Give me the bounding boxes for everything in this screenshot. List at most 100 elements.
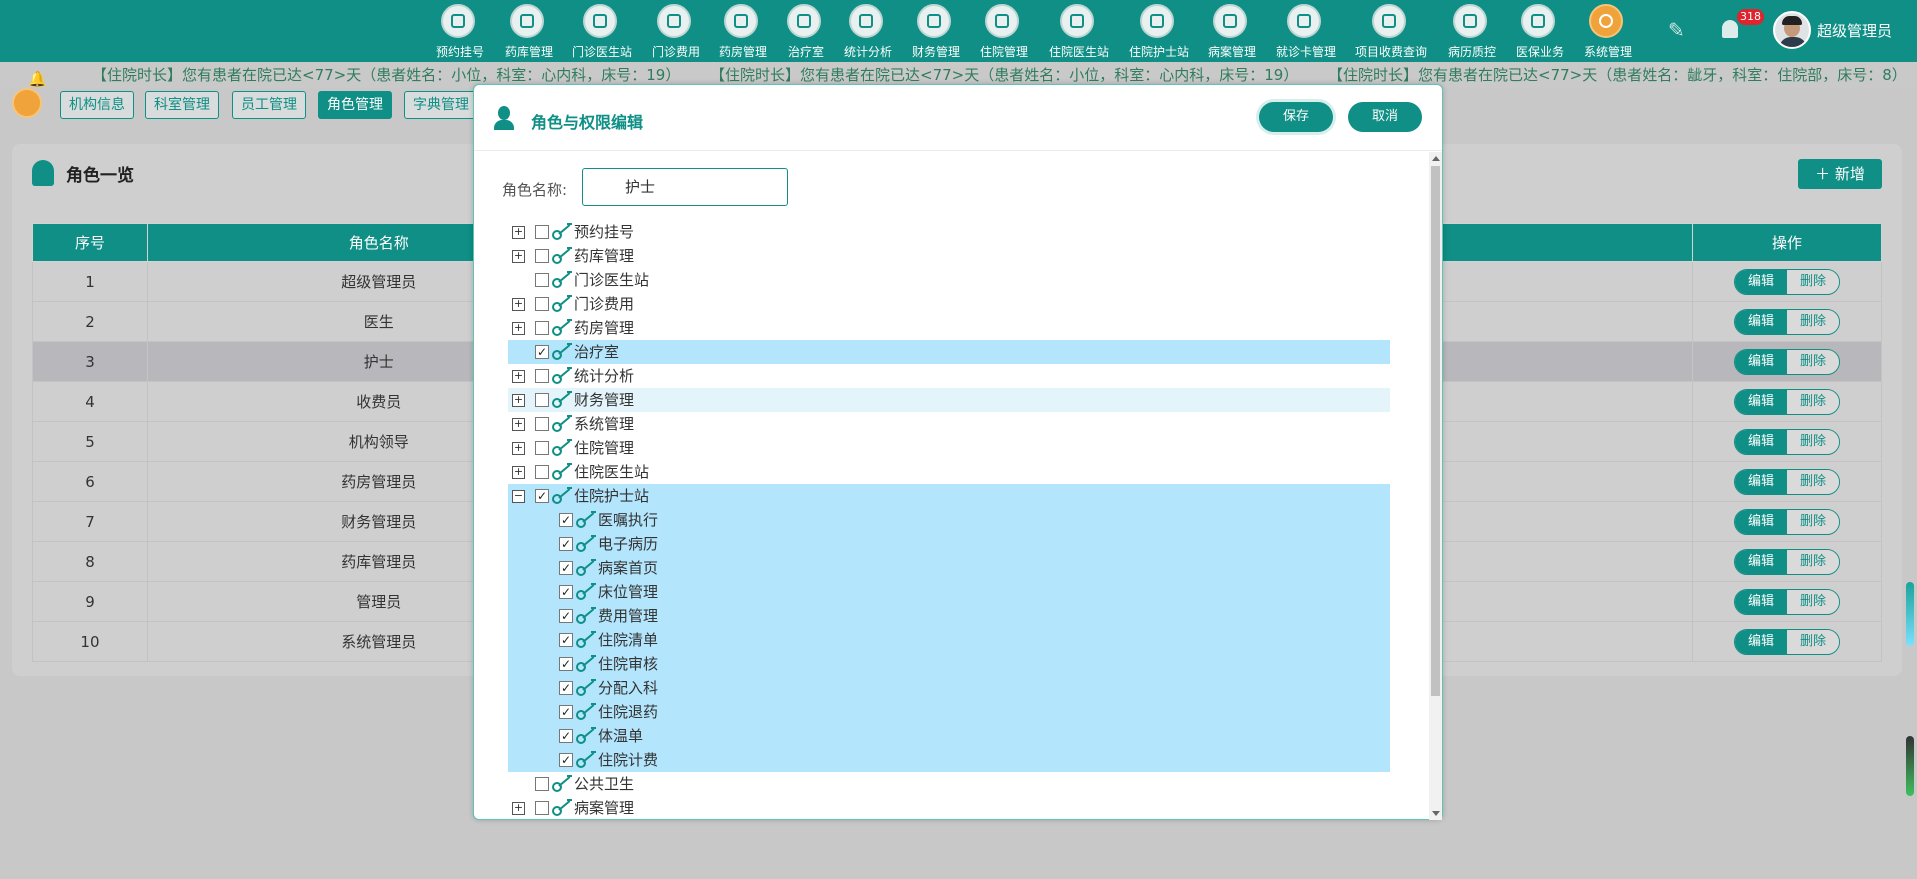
permission-checkbox[interactable]: ✓ [559,657,573,671]
tree-node[interactable]: ✓ 治疗室 [508,340,1390,364]
nav-item-4[interactable]: 药房管理 [719,0,767,62]
tree-node[interactable]: + 统计分析 [508,364,1390,388]
tree-node[interactable]: + 系统管理 [508,412,1390,436]
delete-button[interactable]: 删除 [1787,549,1840,574]
edit-button[interactable]: 编辑 [1735,469,1788,494]
expand-icon[interactable]: + [512,370,525,383]
tree-node[interactable]: + 住院管理 [508,436,1390,460]
scroll-thumb[interactable] [1431,166,1440,696]
edit-pencil-icon[interactable]: ✎ [1668,18,1692,42]
tree-node[interactable]: ✓ 医嘱执行 [508,508,1390,532]
role-name-input[interactable]: 护士 [582,168,788,206]
tree-node[interactable]: + 财务管理 [508,388,1390,412]
expand-icon[interactable]: + [512,418,525,431]
tree-node[interactable]: ✓ 住院退药 [508,700,1390,724]
permission-checkbox[interactable] [535,465,549,479]
cancel-button[interactable]: 取消 [1348,102,1422,132]
permission-checkbox[interactable]: ✓ [559,561,573,575]
collapse-icon[interactable]: − [512,490,525,503]
nav-item-9[interactable]: 住院医生站 [1049,0,1109,62]
edit-button[interactable]: 编辑 [1735,509,1788,534]
tab-org-info[interactable]: 机构信息 [60,91,134,119]
delete-button[interactable]: 删除 [1787,509,1840,534]
nav-item-14[interactable]: 病历质控 [1448,0,1496,62]
permission-checkbox[interactable]: ✓ [535,489,549,503]
permission-checkbox[interactable] [535,777,549,791]
delete-button[interactable]: 删除 [1787,629,1840,654]
edit-button[interactable]: 编辑 [1735,309,1788,334]
tree-node[interactable]: ✓ 住院清单 [508,628,1390,652]
nav-item-10[interactable]: 住院护士站 [1129,0,1189,62]
nav-item-6[interactable]: 统计分析 [844,0,892,62]
expand-icon[interactable]: + [512,466,525,479]
permission-checkbox[interactable]: ✓ [559,681,573,695]
tree-node[interactable]: 公共卫生 [508,772,1390,796]
permission-checkbox[interactable] [535,321,549,335]
permission-checkbox[interactable] [535,273,549,287]
permission-checkbox[interactable]: ✓ [559,729,573,743]
permission-checkbox[interactable]: ✓ [559,705,573,719]
nav-item-0[interactable]: 预约挂号 [436,0,484,62]
expand-icon[interactable]: + [512,298,525,311]
tree-node[interactable]: ✓ 住院计费 [508,748,1390,772]
permission-checkbox[interactable] [535,441,549,455]
tree-node[interactable]: ✓ 体温单 [508,724,1390,748]
add-role-button[interactable]: ＋ 新增 [1798,159,1882,189]
tree-node[interactable]: + 预约挂号 [508,220,1390,244]
nav-item-16[interactable]: 系统管理 [1584,0,1632,62]
delete-button[interactable]: 删除 [1787,309,1840,334]
expand-icon[interactable]: + [512,322,525,335]
tree-node[interactable]: ✓ 分配入科 [508,676,1390,700]
delete-button[interactable]: 删除 [1787,429,1840,454]
nav-item-2[interactable]: 门诊医生站 [572,0,632,62]
tree-node[interactable]: + 病案管理 [508,796,1390,820]
edit-button[interactable]: 编辑 [1735,349,1788,374]
nav-item-5[interactable]: 治疗室 [786,0,826,62]
tab-dept-mgmt[interactable]: 科室管理 [145,91,219,119]
tree-node[interactable]: ✓ 费用管理 [508,604,1390,628]
permission-checkbox[interactable] [535,369,549,383]
tree-node[interactable]: + 药库管理 [508,244,1390,268]
expand-icon[interactable]: + [512,394,525,407]
nav-item-12[interactable]: 就诊卡管理 [1276,0,1336,62]
tree-node[interactable]: 门诊医生站 [508,268,1390,292]
tab-dict-mgmt[interactable]: 字典管理 [404,91,478,119]
tab-role-mgmt[interactable]: 角色管理 [318,91,392,119]
permission-checkbox[interactable]: ✓ [535,345,549,359]
tree-node[interactable]: ✓ 床位管理 [508,580,1390,604]
permission-checkbox[interactable] [535,801,549,815]
save-button[interactable]: 保存 [1259,102,1333,132]
permission-checkbox[interactable] [535,393,549,407]
tree-node[interactable]: ✓ 病案首页 [508,556,1390,580]
tree-node[interactable]: + 门诊费用 [508,292,1390,316]
permission-checkbox[interactable]: ✓ [559,633,573,647]
edit-button[interactable]: 编辑 [1735,589,1788,614]
tree-node[interactable]: − ✓ 住院护士站 [508,484,1390,508]
edit-button[interactable]: 编辑 [1735,549,1788,574]
delete-button[interactable]: 删除 [1787,469,1840,494]
nav-item-11[interactable]: 病案管理 [1208,0,1256,62]
nav-item-1[interactable]: 药库管理 [505,0,553,62]
permission-checkbox[interactable] [535,225,549,239]
nav-item-3[interactable]: 门诊费用 [652,0,700,62]
expand-icon[interactable]: + [512,802,525,815]
edit-button[interactable]: 编辑 [1735,429,1788,454]
tab-staff-mgmt[interactable]: 员工管理 [232,91,306,119]
nav-item-15[interactable]: 医保业务 [1516,0,1564,62]
nav-item-13[interactable]: 项目收费查询 [1355,0,1427,62]
edit-button[interactable]: 编辑 [1735,269,1788,294]
username-label[interactable]: 超级管理员 [1817,20,1892,41]
nav-item-8[interactable]: 住院管理 [980,0,1028,62]
permission-checkbox[interactable] [535,249,549,263]
delete-button[interactable]: 删除 [1787,349,1840,374]
permission-checkbox[interactable]: ✓ [559,513,573,527]
permission-checkbox[interactable] [535,417,549,431]
expand-icon[interactable]: + [512,226,525,239]
user-avatar[interactable] [1773,11,1811,49]
scroll-up-icon[interactable] [1432,156,1440,161]
modal-scrollbar[interactable] [1429,152,1442,820]
permission-checkbox[interactable]: ✓ [559,753,573,767]
delete-button[interactable]: 删除 [1787,389,1840,414]
edit-button[interactable]: 编辑 [1735,629,1788,654]
tree-node[interactable]: + 药房管理 [508,316,1390,340]
